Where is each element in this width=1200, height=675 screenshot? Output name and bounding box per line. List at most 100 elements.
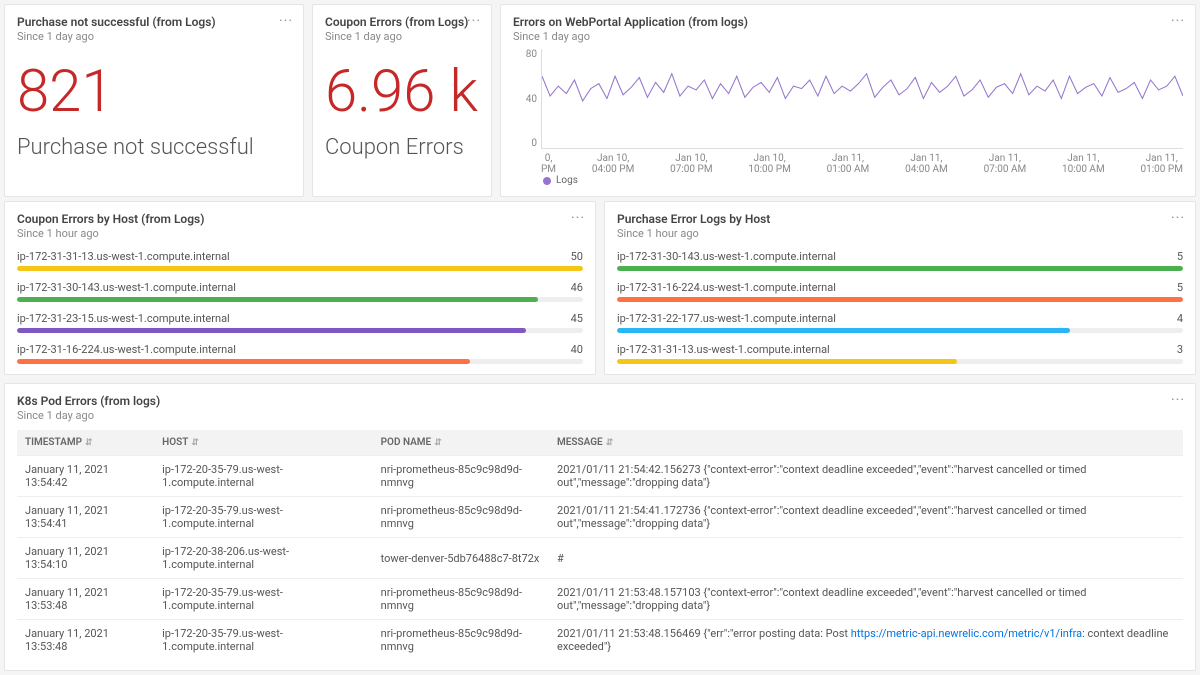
- table-row[interactable]: January 11, 2021 13:54:41ip-172-20-35-79…: [17, 497, 1183, 538]
- panel-menu-icon[interactable]: ···: [571, 210, 585, 226]
- bar-fill: [17, 297, 538, 302]
- legend-label: Logs: [556, 175, 578, 186]
- host-bar-row[interactable]: ip-172-31-30-143.us-west-1.compute.inter…: [617, 250, 1183, 271]
- host-name: ip-172-31-30-143.us-west-1.compute.inter…: [617, 250, 836, 263]
- panel-menu-icon[interactable]: ···: [467, 13, 481, 29]
- host-bar-row[interactable]: ip-172-31-23-15.us-west-1.compute.intern…: [17, 312, 583, 333]
- bar-track: [17, 359, 583, 364]
- host-name: ip-172-31-31-13.us-west-1.compute.intern…: [17, 250, 230, 263]
- cell-timestamp: January 11, 2021 13:54:10: [17, 538, 154, 579]
- chart-x-axis: 0,PMJan 10,04:00 PMJan 10,07:00 PMJan 10…: [541, 149, 1183, 169]
- bar-track: [617, 297, 1183, 302]
- cell-host: ip-172-20-35-79.us-west-1.compute.intern…: [154, 620, 373, 661]
- col-host[interactable]: Host⇵: [154, 430, 373, 456]
- cell-message: #: [549, 538, 1183, 579]
- x-tick: Jan 11,10:00 AM: [1062, 153, 1105, 169]
- bar-track: [17, 297, 583, 302]
- bar-fill: [17, 328, 526, 333]
- cell-timestamp: January 11, 2021 13:54:41: [17, 497, 154, 538]
- host-bar-row[interactable]: ip-172-31-30-143.us-west-1.compute.inter…: [17, 281, 583, 302]
- col-pod-name[interactable]: Pod Name⇵: [373, 430, 549, 456]
- table-row[interactable]: January 11, 2021 13:53:48ip-172-20-35-79…: [17, 620, 1183, 661]
- x-tick: Jan 10,04:00 PM: [592, 153, 634, 169]
- col-timestamp[interactable]: Timestamp⇵: [17, 430, 154, 456]
- host-name: ip-172-31-22-177.us-west-1.compute.inter…: [617, 312, 836, 325]
- sort-icon: ⇵: [191, 438, 199, 448]
- y-tick: 80: [526, 49, 537, 60]
- cell-timestamp: January 11, 2021 13:54:42: [17, 456, 154, 497]
- host-bar-row[interactable]: ip-172-31-16-224.us-west-1.compute.inter…: [17, 343, 583, 364]
- panel-purchase-not-successful: ··· Purchase not successful (from Logs) …: [4, 4, 304, 197]
- host-value: 4: [1177, 312, 1183, 325]
- cell-host: ip-172-20-35-79.us-west-1.compute.intern…: [154, 456, 373, 497]
- log-table: Timestamp⇵ Host⇵ Pod Name⇵ Message⇵ Janu…: [17, 430, 1183, 660]
- cell-pod: nri-prometheus-85c9c98d9d-nmnvg: [373, 456, 549, 497]
- panel-title: Errors on WebPortal Application (from lo…: [513, 15, 1183, 29]
- cell-message: 2021/01/11 21:54:41.172736 {"context-err…: [549, 497, 1183, 538]
- sort-icon: ⇵: [606, 438, 614, 448]
- host-name: ip-172-31-30-143.us-west-1.compute.inter…: [17, 281, 236, 294]
- cell-timestamp: January 11, 2021 13:53:48: [17, 620, 154, 661]
- cell-timestamp: January 11, 2021 13:53:48: [17, 579, 154, 620]
- metric-value: 821: [17, 63, 291, 121]
- y-tick: 0: [531, 138, 537, 149]
- x-tick: Jan 10,07:00 PM: [670, 153, 712, 169]
- bar-fill: [617, 266, 1183, 271]
- sort-icon: ⇵: [85, 438, 93, 448]
- panel-title: K8s Pod Errors (from logs): [17, 394, 1183, 408]
- bar-track: [617, 359, 1183, 364]
- cell-pod: nri-prometheus-85c9c98d9d-nmnvg: [373, 497, 549, 538]
- panel-errors-timeseries: ··· Errors on WebPortal Application (fro…: [500, 4, 1196, 197]
- bar-fill: [17, 359, 470, 364]
- cell-pod: tower-denver-5db76488c7-8t72x: [373, 538, 549, 579]
- chart-legend: Logs: [513, 175, 1183, 186]
- table-row[interactable]: January 11, 2021 13:54:42ip-172-20-35-79…: [17, 456, 1183, 497]
- host-value: 50: [571, 250, 583, 263]
- panel-title: Purchase Error Logs by Host: [617, 212, 1183, 226]
- host-bar-row[interactable]: ip-172-31-16-224.us-west-1.compute.inter…: [617, 281, 1183, 302]
- panel-menu-icon[interactable]: ···: [279, 13, 293, 29]
- bar-track: [617, 328, 1183, 333]
- table-row[interactable]: January 11, 2021 13:53:48ip-172-20-35-79…: [17, 579, 1183, 620]
- col-message[interactable]: Message⇵: [549, 430, 1183, 456]
- cell-host: ip-172-20-38-206.us-west-1.compute.inter…: [154, 538, 373, 579]
- panel-menu-icon[interactable]: ···: [1171, 392, 1185, 408]
- host-value: 40: [571, 343, 583, 356]
- cell-host: ip-172-20-35-79.us-west-1.compute.intern…: [154, 579, 373, 620]
- metric-label: Coupon Errors: [325, 135, 479, 160]
- host-name: ip-172-31-31-13.us-west-1.compute.intern…: [617, 343, 830, 356]
- x-tick: Jan 11,01:00 AM: [827, 153, 870, 169]
- host-name: ip-172-31-16-224.us-west-1.compute.inter…: [17, 343, 236, 356]
- host-value: 46: [571, 281, 583, 294]
- table-row[interactable]: January 11, 2021 13:54:10ip-172-20-38-20…: [17, 538, 1183, 579]
- host-bar-row[interactable]: ip-172-31-31-13.us-west-1.compute.intern…: [617, 343, 1183, 364]
- panel-subtitle: Since 1 day ago: [17, 409, 1183, 422]
- host-value: 3: [1177, 343, 1183, 356]
- bar-fill: [617, 297, 1183, 302]
- panel-title: Purchase not successful (from Logs): [17, 15, 291, 29]
- bar-track: [17, 266, 583, 271]
- panel-purchase-errors-by-host: ··· Purchase Error Logs by Host Since 1 …: [604, 201, 1196, 375]
- host-name: ip-172-31-16-224.us-west-1.compute.inter…: [617, 281, 836, 294]
- chart-plot-area[interactable]: [541, 49, 1183, 149]
- bar-track: [617, 266, 1183, 271]
- cell-pod: nri-prometheus-85c9c98d9d-nmnvg: [373, 620, 549, 661]
- host-value: 5: [1177, 250, 1183, 263]
- cell-message: 2021/01/11 21:54:42.156273 {"context-err…: [549, 456, 1183, 497]
- cell-pod: nri-prometheus-85c9c98d9d-nmnvg: [373, 579, 549, 620]
- legend-dot-icon: [543, 177, 551, 185]
- y-tick: 40: [526, 94, 537, 105]
- metric-value: 6.96 k: [325, 63, 479, 121]
- panel-menu-icon[interactable]: ···: [1171, 13, 1185, 29]
- panel-subtitle: Since 1 hour ago: [617, 227, 1183, 240]
- bar-fill: [617, 328, 1070, 333]
- panel-title: Coupon Errors by Host (from Logs): [17, 212, 583, 226]
- host-bar-row[interactable]: ip-172-31-31-13.us-west-1.compute.intern…: [17, 250, 583, 271]
- panel-subtitle: Since 1 hour ago: [17, 227, 583, 240]
- panel-menu-icon[interactable]: ···: [1171, 210, 1185, 226]
- panel-subtitle: Since 1 day ago: [17, 30, 291, 43]
- sort-icon: ⇵: [434, 438, 442, 448]
- host-bar-row[interactable]: ip-172-31-22-177.us-west-1.compute.inter…: [617, 312, 1183, 333]
- host-name: ip-172-31-23-15.us-west-1.compute.intern…: [17, 312, 230, 325]
- bar-fill: [617, 359, 957, 364]
